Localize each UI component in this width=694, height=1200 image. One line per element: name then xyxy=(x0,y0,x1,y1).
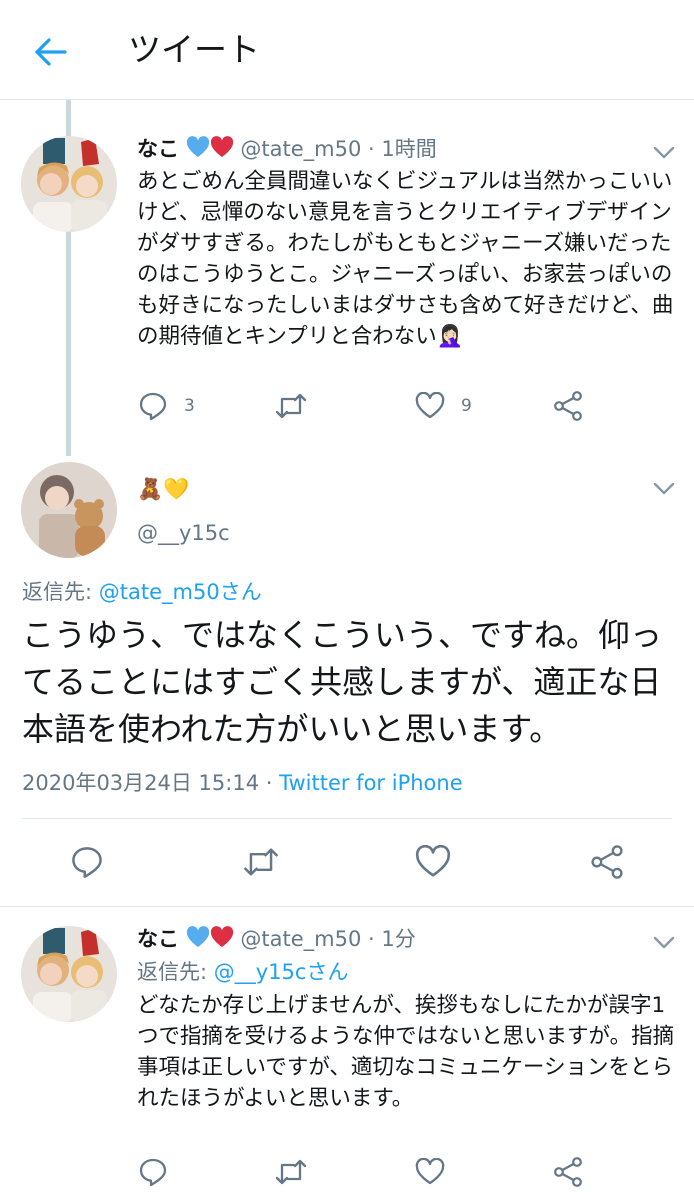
reply-prefix: 返信先: xyxy=(22,580,99,604)
avatar-photo xyxy=(21,926,117,1022)
display-name[interactable]: 🧸💛 xyxy=(137,477,189,501)
source-separator: · xyxy=(259,771,280,795)
avatar[interactable] xyxy=(21,136,117,232)
tweet-text: あとごめん全員間違いなくビジュアルは当然かっこいいけど、忌憚のない意見を言うとク… xyxy=(137,169,674,349)
top-bar: ツイート xyxy=(0,0,694,100)
reply-button[interactable]: 3 xyxy=(138,388,195,424)
reply-icon xyxy=(139,392,167,421)
retweet-button[interactable] xyxy=(242,844,280,880)
reply-to-link[interactable]: @tate_m50さん xyxy=(99,580,262,604)
like-count: 9 xyxy=(461,396,472,416)
retweet-icon xyxy=(275,1159,307,1185)
reply-context: 返信先: @tate_m50さん xyxy=(22,577,262,607)
tweet-timestamp: 2020年03月24日 15:14 · Twitter for iPhone xyxy=(22,768,463,798)
reply-prefix: 返信先: xyxy=(137,960,214,984)
back-button[interactable] xyxy=(28,30,72,74)
reply-button[interactable] xyxy=(138,1154,168,1190)
blue-heart-icon xyxy=(186,136,209,157)
tweet-date: 2020年03月24日 15:14 xyxy=(22,771,260,795)
tweet-header: 🧸💛 xyxy=(137,474,189,504)
like-button[interactable]: 9 xyxy=(415,388,472,424)
tweet-header: なこ @tate_m50 · 1分 xyxy=(137,924,416,954)
tweet-text: どなたか存じ上げませんが、挨拶もなしにたかが誤字1つで指摘を受けるような仲ではな… xyxy=(137,993,675,1111)
display-name[interactable]: なこ xyxy=(137,927,179,951)
arrow-left-icon xyxy=(35,38,67,66)
chevron-down-icon[interactable] xyxy=(650,138,678,166)
avatar[interactable] xyxy=(21,926,117,1022)
source-link[interactable]: Twitter for iPhone xyxy=(279,771,463,795)
blue-heart-icon xyxy=(186,926,209,947)
display-name[interactable]: なこ xyxy=(137,137,179,161)
heart-outline-icon xyxy=(415,392,445,419)
avatar[interactable] xyxy=(21,462,117,558)
reply-icon xyxy=(72,847,102,878)
handle[interactable]: @__y15c xyxy=(137,521,230,545)
tweet-header: なこ @tate_m50 · 1時間 xyxy=(137,134,437,164)
reply-icon xyxy=(139,1158,167,1187)
share-icon xyxy=(554,1157,582,1187)
share-button[interactable] xyxy=(589,844,625,880)
handle[interactable]: @tate_m50 xyxy=(240,927,361,951)
reply-count: 3 xyxy=(184,396,195,416)
heart-outline-icon xyxy=(415,1158,445,1185)
red-heart-icon xyxy=(210,136,233,157)
chevron-down-icon[interactable] xyxy=(650,928,678,956)
retweet-button[interactable] xyxy=(274,388,308,424)
retweet-icon xyxy=(244,848,278,876)
reply-button[interactable] xyxy=(70,844,104,880)
heart-outline-icon xyxy=(415,845,451,877)
divider xyxy=(0,906,694,907)
divider xyxy=(22,818,672,819)
retweet-icon xyxy=(275,393,307,419)
share-icon xyxy=(554,391,582,421)
like-button[interactable] xyxy=(415,1154,445,1190)
reply-to-link[interactable]: @__y15cさん xyxy=(214,960,349,984)
page-title: ツイート xyxy=(128,30,260,69)
like-button[interactable] xyxy=(415,844,451,880)
reply-context: 返信先: @__y15cさん xyxy=(137,957,348,987)
retweet-button[interactable] xyxy=(274,1154,308,1190)
relative-time: · 1分 xyxy=(368,927,416,951)
share-button[interactable] xyxy=(552,1154,584,1190)
avatar-photo xyxy=(21,462,117,558)
avatar-photo xyxy=(21,136,117,232)
red-heart-icon xyxy=(210,926,233,947)
handle-row: @__y15c xyxy=(137,518,230,548)
share-icon xyxy=(591,845,623,879)
tweet-text: こうゆう、ではなくこういう、ですね。仰ってることにはすごく共感しますが、適正な日… xyxy=(22,616,663,748)
handle[interactable]: @tate_m50 xyxy=(240,137,361,161)
share-button[interactable] xyxy=(552,388,584,424)
relative-time: · 1時間 xyxy=(368,137,437,161)
chevron-down-icon[interactable] xyxy=(650,474,678,502)
